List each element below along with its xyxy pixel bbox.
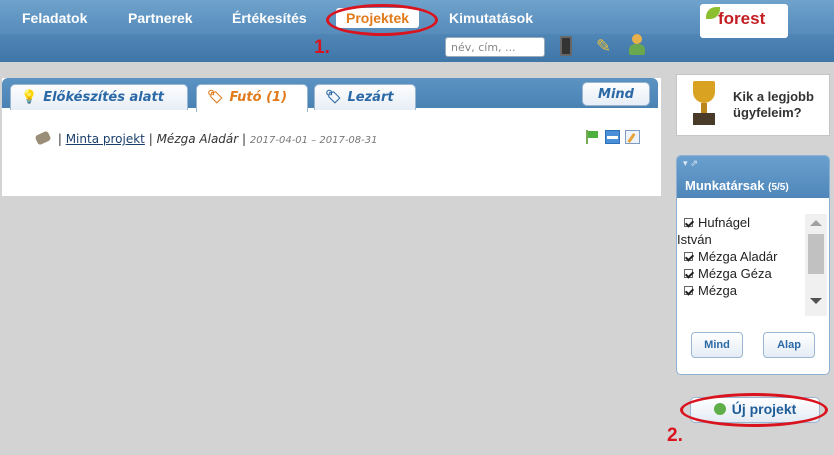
colleague-item[interactable]: Mézga Aladár <box>677 248 801 265</box>
colleagues-list: Hufnágel István Mézga Aladár Mézga Géza … <box>677 214 801 316</box>
colleague-name: Hufnágel <box>698 215 751 230</box>
scroll-thumb[interactable] <box>808 234 824 274</box>
forest-logo[interactable]: forest <box>700 4 788 38</box>
tab-futo[interactable]: 🏷 Futó (1) <box>196 84 308 112</box>
tab-label: Lezárt <box>347 90 394 105</box>
nav-partnerek[interactable]: Partnerek <box>128 10 193 26</box>
colleague-item-continued: István <box>677 231 801 248</box>
colleagues-all-button[interactable]: Mind <box>691 332 743 358</box>
best-customers-text: Kik a legjobb ügyfeleim? <box>733 89 814 121</box>
collapse-icon[interactable]: ▾ ⇗ <box>683 159 698 169</box>
colleagues-panel: ▾ ⇗ Munkatársak (5/5) Hufnágel István Mé… <box>676 155 830 375</box>
lightbulb-icon: 💡 <box>21 90 38 105</box>
tag-icon <box>34 130 52 146</box>
annotation-number-1: 1. <box>314 37 330 58</box>
checkbox[interactable] <box>684 218 693 227</box>
annotation-oval-projektek <box>326 4 438 36</box>
colleague-name-continued: István <box>677 232 712 247</box>
checkbox[interactable] <box>684 269 693 278</box>
colleagues-count: (5/5) <box>768 182 789 193</box>
scroll-up-icon[interactable] <box>810 220 822 226</box>
logo-text: forest <box>718 9 766 28</box>
project-owner: Mézga Aladár <box>156 132 239 146</box>
annotation-oval-new-project <box>680 393 828 427</box>
tab-label: Előkészítés alatt <box>43 90 164 105</box>
tab-mind[interactable]: Mind <box>582 82 650 106</box>
colleagues-default-button[interactable]: Alap <box>763 332 815 358</box>
checkbox[interactable] <box>684 252 693 261</box>
colleague-name: Mézga Aladár <box>698 249 778 264</box>
colleague-item[interactable]: Mézga Géza <box>677 265 801 282</box>
nav-feladatok[interactable]: Feladatok <box>22 10 87 26</box>
project-row: | Minta projekt | Mézga Aladár | 2017-04… <box>34 130 378 146</box>
scroll-down-icon[interactable] <box>810 298 822 304</box>
tab-lezart[interactable]: 🏷 Lezárt <box>314 84 416 110</box>
project-dates: 2017-04-01 – 2017-08-31 <box>249 135 378 146</box>
best-customers-line2: ügyfeleim? <box>733 105 802 120</box>
colleagues-scrollbar[interactable] <box>805 214 827 316</box>
nav-kimutatasok[interactable]: Kimutatások <box>449 10 533 26</box>
colleague-item[interactable]: Hufnágel <box>677 214 801 231</box>
colleagues-title: Munkatársak (5/5) <box>685 178 789 193</box>
mobile-phone-icon[interactable] <box>560 36 572 56</box>
top-navigation-lower-band <box>0 34 834 62</box>
separator: | <box>148 132 153 146</box>
trophy-icon <box>687 81 721 129</box>
colleague-name: Mézga <box>698 283 738 298</box>
annotation-number-2: 2. <box>667 425 683 446</box>
nav-ertekesites[interactable]: Értékesítés <box>232 10 307 26</box>
colleagues-header: ▾ ⇗ Munkatársak (5/5) <box>677 156 829 198</box>
colleague-name: Mézga Géza <box>698 266 772 281</box>
best-customers-widget[interactable]: Kik a legjobb ügyfeleim? <box>676 74 830 136</box>
best-customers-line1: Kik a legjobb <box>733 89 814 104</box>
user-icon[interactable] <box>628 34 646 56</box>
separator: | <box>242 132 247 146</box>
colleagues-title-text: Munkatársak <box>685 178 765 193</box>
checkbox[interactable] <box>684 286 693 295</box>
tab-elokeszites-alatt[interactable]: 💡 Előkészítés alatt <box>10 84 188 110</box>
separator: | <box>57 132 62 146</box>
card-icon[interactable] <box>605 130 620 144</box>
colleague-item[interactable]: Mézga <box>677 282 801 299</box>
project-name-link[interactable]: Minta projekt <box>66 132 145 146</box>
tag-icon: 🏷 <box>207 90 224 105</box>
search-input[interactable]: név, cím, ... <box>445 37 545 57</box>
pin-icon[interactable]: ✎ <box>596 36 611 57</box>
tag-icon: 🏷 <box>325 90 342 105</box>
edit-icon[interactable] <box>625 130 640 144</box>
flag-icon[interactable] <box>585 130 600 144</box>
tab-label: Futó (1) <box>229 90 288 105</box>
